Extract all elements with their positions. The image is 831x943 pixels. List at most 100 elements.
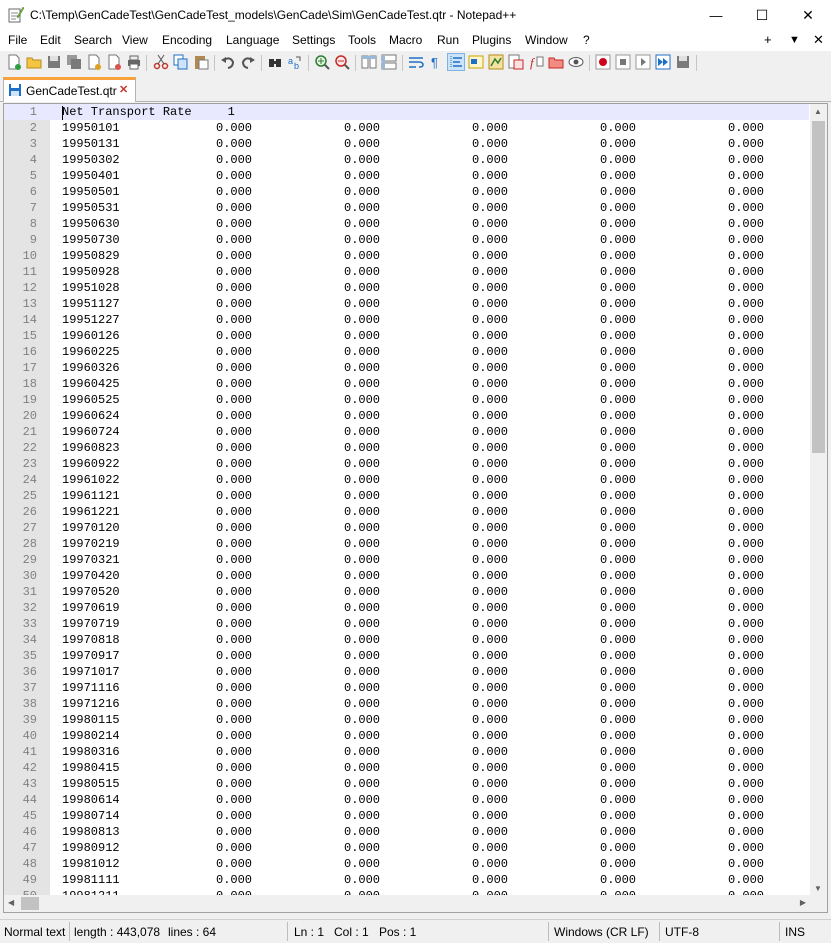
sync-horizontal-icon[interactable] — [381, 54, 397, 70]
menu-settings[interactable]: Settings — [292, 33, 335, 47]
show-all-chars-icon[interactable]: ¶ — [428, 54, 444, 70]
find-icon[interactable] — [267, 54, 283, 70]
status-insert-mode[interactable]: INS — [785, 925, 805, 939]
tab-close-icon[interactable]: ✕ — [119, 83, 128, 96]
editor-line[interactable]: 22 19960823 0.000 0.000 0.000 0.000 0.000 — [4, 440, 809, 456]
editor-line-header[interactable]: 1 Net Transport Rate 1 — [4, 104, 809, 120]
editor-line[interactable]: 38 19971216 0.000 0.000 0.000 0.000 0.000 — [4, 696, 809, 712]
sync-vertical-icon[interactable] — [361, 54, 377, 70]
editor-line[interactable]: 14 19951227 0.000 0.000 0.000 0.000 0.000 — [4, 312, 809, 328]
editor-line[interactable]: 28 19970219 0.000 0.000 0.000 0.000 0.000 — [4, 536, 809, 552]
editor-line[interactable]: 6 19950501 0.000 0.000 0.000 0.000 0.000 — [4, 184, 809, 200]
editor-line[interactable]: 46 19980813 0.000 0.000 0.000 0.000 0.000 — [4, 824, 809, 840]
folder-workspace-icon[interactable] — [548, 54, 564, 70]
run-macro-multiple-icon[interactable] — [655, 54, 671, 70]
horizontal-scrollbar[interactable]: ◀ ▶ — [4, 895, 810, 912]
vertical-scroll-thumb[interactable] — [812, 121, 825, 453]
vertical-scrollbar[interactable]: ▲ ▼ — [810, 104, 827, 896]
status-eol-format[interactable]: Windows (CR LF) — [554, 925, 649, 939]
editor-line[interactable]: 4 19950302 0.000 0.000 0.000 0.000 0.000 — [4, 152, 809, 168]
editor-line[interactable]: 17 19960326 0.000 0.000 0.000 0.000 0.000 — [4, 360, 809, 376]
user-language-icon[interactable] — [468, 54, 484, 70]
scroll-up-icon[interactable]: ▲ — [814, 107, 822, 116]
document-map-icon[interactable] — [488, 54, 504, 70]
editor-line[interactable]: 20 19960624 0.000 0.000 0.000 0.000 0.000 — [4, 408, 809, 424]
editor-line[interactable]: 8 19950630 0.000 0.000 0.000 0.000 0.000 — [4, 216, 809, 232]
editor-line[interactable]: 35 19970917 0.000 0.000 0.000 0.000 0.000 — [4, 648, 809, 664]
menu-window[interactable]: Window — [525, 33, 568, 47]
replace-icon[interactable]: ab — [287, 54, 303, 70]
editor-line[interactable]: 5 19950401 0.000 0.000 0.000 0.000 0.000 — [4, 168, 809, 184]
editor-line[interactable]: 12 19951028 0.000 0.000 0.000 0.000 0.000 — [4, 280, 809, 296]
editor-line[interactable]: 26 19961221 0.000 0.000 0.000 0.000 0.000 — [4, 504, 809, 520]
maximize-button[interactable]: ☐ — [739, 0, 785, 31]
open-file-icon[interactable] — [26, 54, 42, 70]
menu-edit[interactable]: Edit — [40, 33, 61, 47]
indent-guide-icon[interactable] — [447, 53, 465, 71]
editor-line[interactable]: 21 19960724 0.000 0.000 0.000 0.000 0.000 — [4, 424, 809, 440]
editor-line[interactable]: 23 19960922 0.000 0.000 0.000 0.000 0.000 — [4, 456, 809, 472]
menu-help[interactable]: ? — [583, 33, 590, 47]
text-editor[interactable]: 1 Net Transport Rate 1 2 19950101 0.000 0.0… — [3, 103, 828, 913]
menu-macro[interactable]: Macro — [389, 33, 422, 47]
editor-line[interactable]: 25 19961121 0.000 0.000 0.000 0.000 0.000 — [4, 488, 809, 504]
editor-line[interactable]: 48 19981012 0.000 0.000 0.000 0.000 0.000 — [4, 856, 809, 872]
menu-encoding[interactable]: Encoding — [162, 33, 212, 47]
editor-line[interactable]: 7 19950531 0.000 0.000 0.000 0.000 0.000 — [4, 200, 809, 216]
editor-line[interactable]: 33 19970719 0.000 0.000 0.000 0.000 0.000 — [4, 616, 809, 632]
save-all-icon[interactable] — [66, 54, 82, 70]
menu-file[interactable]: File — [8, 33, 27, 47]
new-tab-plus-icon[interactable]: + — [764, 32, 772, 47]
editor-line[interactable]: 44 19980614 0.000 0.000 0.000 0.000 0.000 — [4, 792, 809, 808]
editor-line[interactable]: 9 19950730 0.000 0.000 0.000 0.000 0.000 — [4, 232, 809, 248]
editor-line[interactable]: 40 19980214 0.000 0.000 0.000 0.000 0.000 — [4, 728, 809, 744]
editor-line[interactable]: 2 19950101 0.000 0.000 0.000 0.000 0.000 — [4, 120, 809, 136]
editor-line[interactable]: 24 19961022 0.000 0.000 0.000 0.000 0.000 — [4, 472, 809, 488]
editor-line[interactable]: 45 19980714 0.000 0.000 0.000 0.000 0.000 — [4, 808, 809, 824]
minimize-button[interactable]: — — [693, 0, 739, 31]
editor-line[interactable]: 16 19960225 0.000 0.000 0.000 0.000 0.000 — [4, 344, 809, 360]
editor-line[interactable]: 30 19970420 0.000 0.000 0.000 0.000 0.000 — [4, 568, 809, 584]
print-icon[interactable] — [126, 54, 142, 70]
horizontal-scroll-thumb[interactable] — [21, 897, 39, 910]
paste-icon[interactable] — [193, 54, 209, 70]
save-macro-icon[interactable] — [675, 54, 691, 70]
zoom-out-icon[interactable] — [334, 54, 350, 70]
editor-line[interactable]: 37 19971116 0.000 0.000 0.000 0.000 0.000 — [4, 680, 809, 696]
menu-plugins[interactable]: Plugins — [472, 33, 511, 47]
editor-line[interactable]: 43 19980515 0.000 0.000 0.000 0.000 0.000 — [4, 776, 809, 792]
menu-view[interactable]: View — [122, 33, 148, 47]
close-document-icon[interactable]: ✕ — [813, 32, 824, 48]
editor-line[interactable]: 11 19950928 0.000 0.000 0.000 0.000 0.000 — [4, 264, 809, 280]
editor-line[interactable]: 42 19980415 0.000 0.000 0.000 0.000 0.000 — [4, 760, 809, 776]
menu-search[interactable]: Search — [74, 33, 112, 47]
close-all-icon[interactable] — [106, 54, 122, 70]
editor-line[interactable]: 39 19980115 0.000 0.000 0.000 0.000 0.000 — [4, 712, 809, 728]
scroll-right-icon[interactable]: ▶ — [800, 898, 806, 907]
tab-list-dropdown-icon[interactable]: ▼ — [789, 34, 800, 46]
editor-line[interactable]: 41 19980316 0.000 0.000 0.000 0.000 0.000 — [4, 744, 809, 760]
editor-line[interactable]: 18 19960425 0.000 0.000 0.000 0.000 0.000 — [4, 376, 809, 392]
close-file-icon[interactable] — [86, 54, 102, 70]
zoom-in-icon[interactable] — [314, 54, 330, 70]
editor-line[interactable]: 10 19950829 0.000 0.000 0.000 0.000 0.000 — [4, 248, 809, 264]
editor-line[interactable]: 36 19971017 0.000 0.000 0.000 0.000 0.000 — [4, 664, 809, 680]
editor-line[interactable]: 32 19970619 0.000 0.000 0.000 0.000 0.000 — [4, 600, 809, 616]
scroll-left-icon[interactable]: ◀ — [8, 898, 14, 907]
editor-line[interactable]: 31 19970520 0.000 0.000 0.000 0.000 0.000 — [4, 584, 809, 600]
new-file-icon[interactable] — [6, 54, 22, 70]
scroll-down-icon[interactable]: ▼ — [814, 884, 822, 893]
undo-icon[interactable] — [220, 54, 236, 70]
editor-line[interactable]: 34 19970818 0.000 0.000 0.000 0.000 0.000 — [4, 632, 809, 648]
editor-line[interactable]: 3 19950131 0.000 0.000 0.000 0.000 0.000 — [4, 136, 809, 152]
copy-icon[interactable] — [173, 54, 189, 70]
editor-line[interactable]: 19 19960525 0.000 0.000 0.000 0.000 0.000 — [4, 392, 809, 408]
status-encoding[interactable]: UTF-8 — [665, 925, 699, 939]
tab-gencadetest-qtr[interactable]: GenCadeTest.qtr ✕ — [3, 77, 136, 102]
editor-line[interactable]: 49 19981111 0.000 0.000 0.000 0.000 0.000 — [4, 872, 809, 888]
record-macro-icon[interactable] — [595, 54, 611, 70]
editor-line[interactable]: 15 19960126 0.000 0.000 0.000 0.000 0.000 — [4, 328, 809, 344]
save-icon[interactable] — [46, 54, 62, 70]
word-wrap-icon[interactable] — [408, 54, 424, 70]
editor-line[interactable]: 13 19951127 0.000 0.000 0.000 0.000 0.000 — [4, 296, 809, 312]
